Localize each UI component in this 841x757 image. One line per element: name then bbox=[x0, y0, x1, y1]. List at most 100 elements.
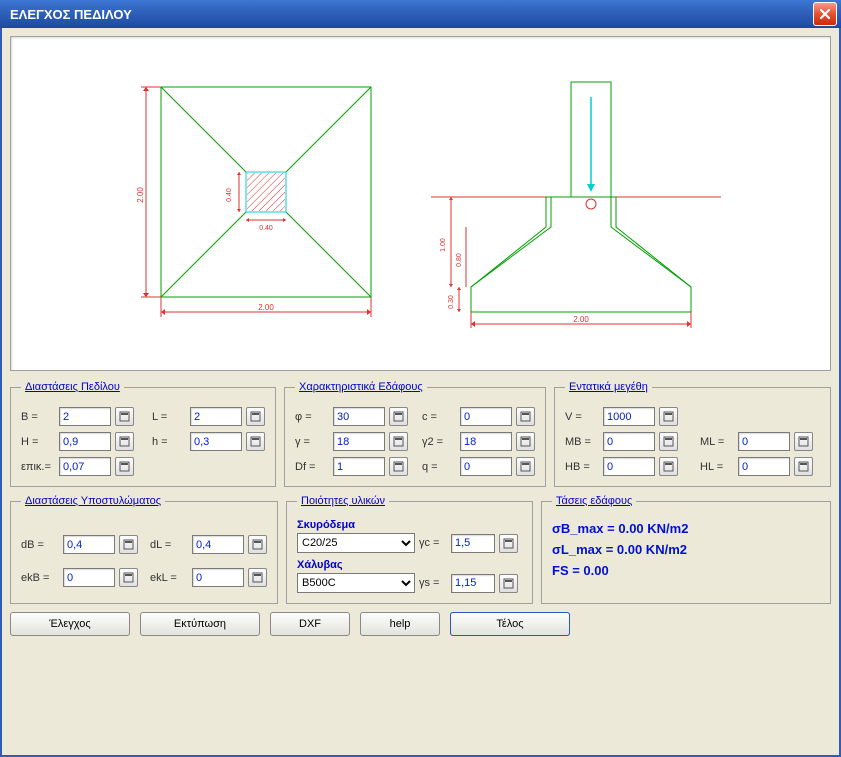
calc-dL-button[interactable] bbox=[248, 535, 267, 554]
calc-dB-button[interactable] bbox=[119, 535, 138, 554]
material-quality-group: Ποιότητες υλικών Σκυρόδεμα C20/25 γc = Χ… bbox=[286, 495, 533, 604]
input-gs[interactable] bbox=[451, 574, 495, 593]
label-dL: dL = bbox=[150, 539, 188, 551]
help-button[interactable]: help bbox=[360, 612, 440, 636]
input-h[interactable] bbox=[190, 432, 242, 451]
svg-text:2.00: 2.00 bbox=[573, 315, 589, 324]
print-button[interactable]: Εκτύπωση bbox=[140, 612, 260, 636]
input-c[interactable] bbox=[460, 407, 512, 426]
concrete-grade-select[interactable]: C20/25 bbox=[297, 533, 415, 553]
label-ekL: ekL = bbox=[150, 572, 188, 584]
stress-sL: σL_max = 0.00 KN/m2 bbox=[552, 542, 820, 557]
check-button[interactable]: Έλεγχος bbox=[10, 612, 130, 636]
label-H: H = bbox=[21, 436, 55, 448]
input-ML[interactable] bbox=[738, 432, 790, 451]
input-epik[interactable] bbox=[59, 457, 111, 476]
calc-phi-button[interactable] bbox=[389, 407, 408, 426]
input-phi[interactable] bbox=[333, 407, 385, 426]
label-epik: επικ.= bbox=[21, 461, 55, 473]
input-gc[interactable] bbox=[451, 534, 495, 553]
label-HB: HB = bbox=[565, 461, 599, 473]
calculator-icon bbox=[393, 411, 404, 422]
calc-B-button[interactable] bbox=[115, 407, 134, 426]
calc-c-button[interactable] bbox=[516, 407, 535, 426]
window-close-button[interactable] bbox=[813, 2, 837, 26]
close-icon bbox=[819, 8, 831, 20]
label-HL: HL = bbox=[700, 461, 734, 473]
calc-ML-button[interactable] bbox=[794, 432, 813, 451]
steel-grade-select[interactable]: B500C bbox=[297, 573, 415, 593]
calculator-icon bbox=[503, 578, 514, 589]
input-V[interactable] bbox=[603, 407, 655, 426]
column-dimensions-legend: Διαστάσεις Υποστυλώματος bbox=[21, 495, 165, 507]
input-H[interactable] bbox=[59, 432, 111, 451]
calculator-icon bbox=[520, 411, 531, 422]
input-HB[interactable] bbox=[603, 457, 655, 476]
action-buttons-row: Έλεγχος Εκτύπωση DXF help Τέλος bbox=[10, 612, 831, 636]
input-q[interactable] bbox=[460, 457, 512, 476]
calculator-icon bbox=[663, 436, 674, 447]
diagram-canvas: 2.00 2.00 0.40 0.40 bbox=[10, 36, 831, 371]
calculator-icon bbox=[119, 411, 130, 422]
input-dL[interactable] bbox=[192, 535, 244, 554]
svg-text:2.00: 2.00 bbox=[258, 303, 274, 312]
input-HL[interactable] bbox=[738, 457, 790, 476]
input-MB[interactable] bbox=[603, 432, 655, 451]
title-bar: ΕΛΕΓΧΟΣ ΠΕΔΙΛΟΥ bbox=[0, 0, 841, 28]
calculator-icon bbox=[252, 539, 263, 550]
calc-L-button[interactable] bbox=[246, 407, 265, 426]
footing-dimensions-group: Διαστάσεις Πεδίλου B = L = H = h = bbox=[10, 381, 276, 487]
svg-text:2.00: 2.00 bbox=[136, 187, 145, 203]
calc-MB-button[interactable] bbox=[659, 432, 678, 451]
calculator-icon bbox=[503, 538, 514, 549]
label-ekB: ekB = bbox=[21, 572, 59, 584]
input-g2[interactable] bbox=[460, 432, 512, 451]
column-dimensions-group: Διαστάσεις Υποστυλώματος dB = dL = ekB =… bbox=[10, 495, 278, 604]
calc-ekB-button[interactable] bbox=[119, 568, 138, 587]
concrete-sublabel: Σκυρόδεμα bbox=[297, 519, 522, 531]
label-c: c = bbox=[422, 411, 456, 423]
calculator-icon bbox=[663, 461, 674, 472]
label-Df: Df = bbox=[295, 461, 329, 473]
label-g: γ = bbox=[295, 436, 329, 448]
calc-epik-button[interactable] bbox=[115, 457, 134, 476]
input-Df[interactable] bbox=[333, 457, 385, 476]
calculator-icon bbox=[119, 461, 130, 472]
input-g[interactable] bbox=[333, 432, 385, 451]
calc-gs-button[interactable] bbox=[499, 574, 518, 593]
label-g2: γ2 = bbox=[422, 436, 456, 448]
label-h: h = bbox=[152, 436, 186, 448]
calc-HB-button[interactable] bbox=[659, 457, 678, 476]
loads-group: Εντατικά μεγέθη V = MB = ML = HB = bbox=[554, 381, 831, 487]
calc-Df-button[interactable] bbox=[389, 457, 408, 476]
calc-h-button[interactable] bbox=[246, 432, 265, 451]
input-ekB[interactable] bbox=[63, 568, 115, 587]
label-ML: ML = bbox=[700, 436, 734, 448]
dxf-button[interactable]: DXF bbox=[270, 612, 350, 636]
loads-legend: Εντατικά μεγέθη bbox=[565, 381, 652, 393]
calc-V-button[interactable] bbox=[659, 407, 678, 426]
input-L[interactable] bbox=[190, 407, 242, 426]
calc-H-button[interactable] bbox=[115, 432, 134, 451]
calculator-icon bbox=[798, 436, 809, 447]
input-dB[interactable] bbox=[63, 535, 115, 554]
calc-g-button[interactable] bbox=[389, 432, 408, 451]
input-B[interactable] bbox=[59, 407, 111, 426]
input-ekL[interactable] bbox=[192, 568, 244, 587]
calc-ekL-button[interactable] bbox=[248, 568, 267, 587]
calc-gc-button[interactable] bbox=[499, 534, 518, 553]
calc-g2-button[interactable] bbox=[516, 432, 535, 451]
calculator-icon bbox=[250, 411, 261, 422]
soil-stress-legend: Τάσεις εδάφους bbox=[552, 495, 636, 507]
svg-text:0.40: 0.40 bbox=[259, 225, 273, 232]
plan-view-diagram: 2.00 2.00 0.40 0.40 bbox=[131, 77, 391, 337]
svg-text:0.30: 0.30 bbox=[448, 295, 455, 309]
label-dB: dB = bbox=[21, 539, 59, 551]
calc-HL-button[interactable] bbox=[794, 457, 813, 476]
stress-FS: FS = 0.00 bbox=[552, 563, 820, 578]
calc-q-button[interactable] bbox=[516, 457, 535, 476]
svg-text:0.40: 0.40 bbox=[226, 188, 233, 202]
window-title: ΕΛΕΓΧΟΣ ΠΕΔΙΛΟΥ bbox=[10, 7, 132, 22]
label-phi: φ = bbox=[295, 411, 329, 423]
close-button[interactable]: Τέλος bbox=[450, 612, 570, 636]
